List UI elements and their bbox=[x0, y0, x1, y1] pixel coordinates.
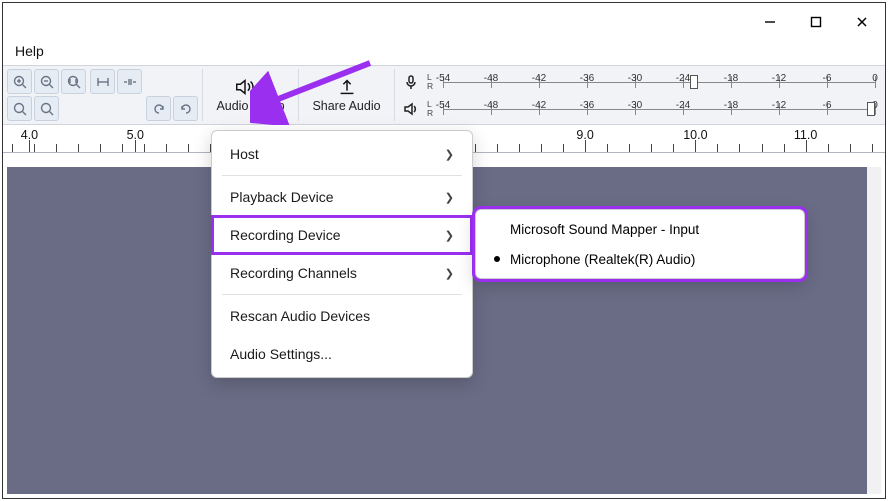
menu-recording-device[interactable]: Recording Device ❯ bbox=[212, 216, 472, 254]
lr-labels: LR bbox=[427, 100, 435, 118]
radio-on-icon bbox=[494, 256, 500, 262]
chevron-right-icon: ❯ bbox=[445, 148, 454, 161]
undo-icon[interactable] bbox=[146, 96, 171, 121]
db-tick-label: -36 bbox=[580, 100, 594, 111]
menu-help[interactable]: Help bbox=[15, 43, 44, 59]
menu-rescan-devices[interactable]: Rescan Audio Devices bbox=[212, 297, 472, 335]
zoom-in-icon[interactable] bbox=[7, 69, 32, 94]
toolbar: ▼ Audio Setup Share Audio LR -54 -48 -42 -3… bbox=[3, 65, 885, 125]
menubar: Help bbox=[3, 41, 885, 65]
db-tick-label: -18 bbox=[724, 100, 738, 111]
db-tick-label: -6 bbox=[823, 100, 832, 111]
db-tick-label: 0 bbox=[872, 73, 878, 84]
meters-panel: LR -54 -48 -42 -36 -30 -24 -18 -12 -6 0 LR -54 -48… bbox=[394, 69, 881, 121]
chevron-right-icon: ❯ bbox=[445, 191, 454, 204]
fit-project-icon[interactable] bbox=[7, 96, 32, 121]
menu-recording-channels[interactable]: Recording Channels ❯ bbox=[212, 254, 472, 292]
menu-item-label: Recording Channels bbox=[230, 265, 357, 281]
share-audio-label: Share Audio bbox=[312, 99, 380, 113]
db-tick-label: -30 bbox=[628, 100, 642, 111]
menu-item-label: Rescan Audio Devices bbox=[230, 308, 370, 324]
db-tick-label: -24 bbox=[676, 73, 690, 84]
speaker-icon bbox=[403, 101, 419, 117]
db-tick-label: -12 bbox=[772, 100, 786, 111]
share-audio-button[interactable]: Share Audio bbox=[298, 69, 394, 121]
microphone-icon bbox=[403, 74, 419, 90]
db-tick-label: -48 bbox=[484, 100, 498, 111]
radio-off-icon bbox=[494, 226, 500, 232]
menu-item-label: Playback Device bbox=[230, 189, 334, 205]
db-tick-label: -18 bbox=[724, 73, 738, 84]
playback-meter[interactable]: LR -54-48-42-36-30-24-18-12-60 bbox=[403, 96, 875, 121]
menu-audio-settings[interactable]: Audio Settings... bbox=[212, 335, 472, 373]
menu-separator bbox=[222, 175, 462, 176]
lr-labels: LR bbox=[427, 73, 435, 91]
menu-playback-device[interactable]: Playback Device ❯ bbox=[212, 178, 472, 216]
menu-separator bbox=[222, 294, 462, 295]
audio-setup-menu: Host ❯ Playback Device ❯ Recording Devic… bbox=[211, 130, 473, 378]
recording-device-submenu: Microsoft Sound Mapper - Input Microphon… bbox=[475, 209, 805, 279]
close-button[interactable] bbox=[839, 6, 885, 38]
titlebar bbox=[3, 3, 885, 41]
audio-setup-button[interactable]: ▼ Audio Setup bbox=[202, 69, 298, 121]
menu-item-label: Recording Device bbox=[230, 227, 341, 243]
zoom-toggle-icon[interactable] bbox=[34, 96, 59, 121]
menu-host[interactable]: Host ❯ bbox=[212, 135, 472, 173]
chevron-right-icon: ❯ bbox=[445, 229, 454, 242]
db-tick-label: -24 bbox=[676, 100, 690, 111]
submenu-item-label: Microphone (Realtek(R) Audio) bbox=[510, 252, 695, 267]
chevron-right-icon: ❯ bbox=[445, 267, 454, 280]
db-tick-label: -54 bbox=[436, 73, 450, 84]
trim-icon[interactable] bbox=[90, 69, 115, 94]
recording-meter[interactable]: LR -54 -48 -42 -36 -30 -24 -18 -12 -6 0 bbox=[403, 69, 875, 94]
db-tick-label: -36 bbox=[580, 73, 594, 84]
maximize-button[interactable] bbox=[793, 6, 839, 38]
db-tick-label: -6 bbox=[823, 73, 832, 84]
db-tick-label: -48 bbox=[484, 73, 498, 84]
device-option[interactable]: Microphone (Realtek(R) Audio) bbox=[476, 244, 804, 274]
menu-item-label: Audio Settings... bbox=[230, 346, 332, 362]
caret-down-icon: ▼ bbox=[259, 82, 268, 92]
audio-setup-label: Audio Setup bbox=[216, 99, 284, 113]
fit-selection-icon[interactable] bbox=[61, 69, 86, 94]
menu-item-label: Host bbox=[230, 146, 259, 162]
meter-marker[interactable] bbox=[867, 102, 875, 116]
silence-icon[interactable] bbox=[117, 69, 142, 94]
redo-icon[interactable] bbox=[173, 96, 198, 121]
submenu-item-label: Microsoft Sound Mapper - Input bbox=[510, 222, 699, 237]
device-option[interactable]: Microsoft Sound Mapper - Input bbox=[476, 214, 804, 244]
vertical-scrollbar[interactable] bbox=[867, 167, 881, 494]
meter-marker[interactable] bbox=[690, 75, 698, 89]
minimize-button[interactable] bbox=[747, 6, 793, 38]
db-tick-label: -30 bbox=[628, 73, 642, 84]
db-tick-label: -42 bbox=[532, 73, 546, 84]
db-tick-label: -42 bbox=[532, 100, 546, 111]
db-tick-label: -54 bbox=[436, 100, 450, 111]
zoom-out-icon[interactable] bbox=[34, 69, 59, 94]
db-tick-label: -12 bbox=[772, 73, 786, 84]
